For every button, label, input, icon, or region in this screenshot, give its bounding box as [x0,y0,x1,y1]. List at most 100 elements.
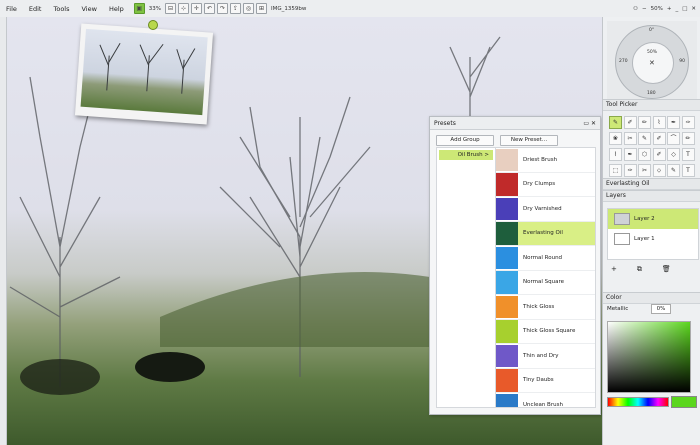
brush-swatch [496,393,518,407]
tool-icon[interactable]: ✏ [681,132,695,145]
color-picker-field[interactable] [607,321,691,393]
presets-header: Presets ▭ ✕ [430,117,600,130]
add-layer-icon[interactable]: + [611,265,617,274]
brush-swatch [496,344,518,367]
tool-icon[interactable]: ⌒ [667,132,680,145]
menu-help[interactable]: Help [103,5,130,13]
brush-swatch [496,222,518,245]
presets-title: Presets [434,119,456,127]
reset-icon[interactable]: ✕ [649,59,655,67]
tool-icon[interactable]: ✎ [609,116,622,129]
menu-edit[interactable]: Edit [23,5,48,13]
tool-icon[interactable]: T [681,164,695,177]
zoom-minus-icon[interactable]: − [642,6,647,12]
settings-icon[interactable]: ⊞ [256,3,267,14]
zoom-percent: 33% [148,5,161,12]
filename: IMG_1359bw [271,5,307,12]
tool-icon[interactable]: ✎ [638,132,651,145]
tool-icon[interactable]: ✑ [623,164,637,177]
layout-icon[interactable]: ⊟ [165,3,176,14]
brush-swatch [496,173,518,196]
add-group-button[interactable]: Add Group [436,135,494,146]
tool-icon[interactable]: T [681,148,695,161]
window-close-icon[interactable]: ✕ [691,6,696,12]
metallic-value[interactable]: 0% [651,304,671,314]
dial-left-label: 270 [619,59,628,64]
tool-grid: ✎ ✐ ✏ ⌇ ✒ ✑ ❀ ✂ ✎ ✐ ⌒ ✏ ⌇ ✒ ⬡ ✐ ◇ T ⬚ ✑ ✂ ⬦ ✎ T [609,116,695,177]
tool-icon[interactable]: ⬡ [638,148,651,161]
preset-list: Driest Brush Dry Clumps Dry Varnished Everl… [496,148,595,407]
selected-tool-name: Everlasting Oil [606,180,650,187]
presets-close-icon[interactable]: ✕ [591,120,596,127]
layer-row[interactable]: Layer 2 [608,209,698,229]
layer-actions: + ⧉ 🗑 [611,265,671,274]
tool-icon[interactable]: ✐ [652,148,666,161]
undo-icon[interactable]: ↶ [204,3,215,14]
tool-icon[interactable]: ⬚ [609,164,622,177]
preset-label: Thick Gloss [523,303,555,310]
tool-icon[interactable]: ⬦ [652,164,666,177]
duplicate-layer-icon[interactable]: ⧉ [637,265,642,274]
globe-icon[interactable]: ◎ [243,3,254,14]
move-icon[interactable]: ✛ [191,3,202,14]
preset-item[interactable]: Normal Square [496,271,595,295]
reference-photo[interactable] [74,23,214,125]
layer-name: Layer 1 [634,236,655,242]
preset-item[interactable]: Everlasting Oil [496,221,595,246]
color-header: Color [603,292,700,304]
new-preset-button[interactable]: New Preset... [500,135,558,146]
tool-icon[interactable]: ✐ [623,116,637,129]
pin-icon[interactable] [148,20,158,30]
preset-item[interactable]: Unclean Brush [496,393,595,407]
tool-icon[interactable]: ✎ [667,164,680,177]
rotation-dial[interactable]: 0° 90 270 180 50% ✕ [615,25,689,99]
redo-icon[interactable]: ↷ [217,3,228,14]
window-min-icon[interactable]: _ [675,6,678,12]
preset-item[interactable]: Dry Varnished [496,197,595,222]
hue-slider[interactable] [607,397,669,407]
zoom-area: ⚇ − 50% + _ □ ✕ [633,0,696,17]
preset-group-oil-brush[interactable]: Oil Brush > [439,150,493,160]
tool-icon[interactable]: ⌇ [609,148,622,161]
preset-item[interactable]: Dry Clumps [496,173,595,197]
tool-icon[interactable]: ❀ [609,132,622,145]
zoom-plus-icon[interactable]: + [667,6,672,12]
preset-item[interactable]: Driest Brush [496,148,595,173]
presets-save-icon[interactable]: ▭ [583,120,589,127]
toolbar: ▣ 33% ⊟ ⊹ ✛ ↶ ↷ ⇪ ◎ ⊞ IMG_1359bw [133,3,309,14]
preset-item[interactable]: Normal Round [496,246,595,271]
selected-tool-bar: Everlasting Oil [603,178,700,190]
delete-layer-icon[interactable]: 🗑 [662,265,671,274]
zoom-icon[interactable]: ⚇ [633,6,638,12]
window-max-icon[interactable]: □ [682,6,687,12]
image-icon[interactable]: ▣ [133,3,145,14]
preset-item[interactable]: Thin and Dry [496,344,595,369]
tool-icon[interactable]: ✂ [623,132,637,145]
brush-swatch [496,148,518,171]
layers-header: Layers [603,190,700,202]
menu-tools[interactable]: Tools [47,5,75,13]
preset-item[interactable]: Tiny Daubs [496,369,595,393]
preset-label: Dry Varnished [523,205,562,212]
tool-icon[interactable]: ✑ [681,116,695,129]
tool-icon[interactable]: ✒ [623,148,637,161]
tool-icon[interactable]: ✐ [652,132,666,145]
group-label: Oil Brush [457,152,483,158]
menu-view[interactable]: View [76,5,103,13]
preset-item[interactable]: Thick Gloss Square [496,320,595,344]
layer-thumbnail [614,233,630,245]
tool-icon[interactable]: ✂ [638,164,651,177]
tool-icon[interactable]: ⌇ [652,116,666,129]
preset-item[interactable]: Thick Gloss [496,295,595,320]
tool-icon[interactable]: ✏ [638,116,651,129]
layer-thumbnail [614,213,630,225]
presets-body: Oil Brush > Driest Brush Dry Clumps Dry Va… [436,147,596,408]
export-icon[interactable]: ⇪ [230,3,241,14]
layer-row[interactable]: Layer 1 [608,229,698,249]
tool-icon[interactable]: ◇ [667,148,680,161]
tool-icon[interactable]: ✒ [667,116,680,129]
brush-swatch [496,271,518,294]
current-color-swatch[interactable] [671,396,697,408]
menu-file[interactable]: File [0,5,23,13]
tool-icon[interactable]: ⊹ [178,3,189,14]
